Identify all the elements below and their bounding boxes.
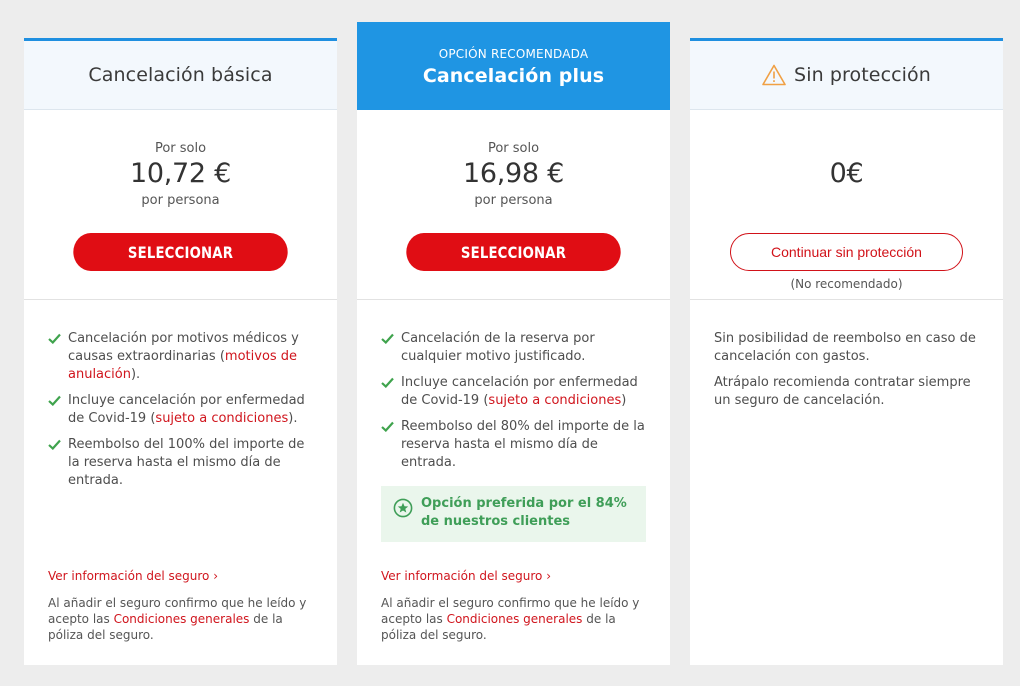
card-title: Cancelación básica <box>88 64 273 86</box>
legal-text: Al añadir el seguro confirmo que he leíd… <box>48 595 313 643</box>
feature-item: Incluye cancelación por enfermedad de Co… <box>48 392 315 428</box>
check-icon <box>381 333 394 344</box>
feature-item: Reembolso del 80% del importe de la rese… <box>381 418 648 472</box>
check-icon <box>381 377 394 388</box>
check-icon <box>381 421 394 432</box>
check-icon <box>48 333 61 344</box>
feature-text: Cancelación de la reserva por cualquier … <box>401 331 595 364</box>
price-amount: 0€ <box>829 158 864 189</box>
price-amount: 16,98 € <box>463 158 564 189</box>
conditions-link[interactable]: Condiciones generales <box>447 612 583 626</box>
option-card-plus: OPCIÓN RECOMENDADA Cancelación plus Por … <box>357 22 670 665</box>
legal-text: Al añadir el seguro confirmo que he leíd… <box>381 595 646 643</box>
check-icon <box>48 439 61 450</box>
feature-item: Cancelación de la reserva por cualquier … <box>381 330 648 366</box>
preferred-note: Opción preferida por el 84% de nuestros … <box>381 486 646 542</box>
feature-list: Cancelación por motivos médicos y causas… <box>24 300 337 490</box>
feature-item: Incluye cancelación por enfermedad de Co… <box>381 374 648 410</box>
feature-tail: ). <box>130 367 141 382</box>
check-icon <box>48 395 61 406</box>
card-header: Cancelación básica <box>24 38 337 110</box>
preferred-text: Opción preferida por el 84% de nuestros … <box>421 496 627 529</box>
price-zone: 0€ Continuar sin protección (No recomend… <box>690 110 1003 300</box>
sujeto-condiciones-link[interactable]: sujeto a condiciones <box>155 411 288 426</box>
option-card-none: Sin protección 0€ Continuar sin protecci… <box>690 38 1003 665</box>
description-paragraph: Sin posibilidad de reembolso en caso de … <box>714 331 976 364</box>
card-header: OPCIÓN RECOMENDADA Cancelación plus <box>357 22 670 110</box>
card-title: Cancelación plus <box>422 65 605 87</box>
feature-tail: ) <box>621 393 627 408</box>
price-prefix: Por solo <box>154 141 207 156</box>
feature-text: Reembolso del 100% del importe de la res… <box>68 437 305 488</box>
price-amount: 10,72 € <box>130 158 231 189</box>
card-title: Sin protección <box>794 64 931 86</box>
price-suffix: por persona <box>474 193 553 208</box>
feature-item: Reembolso del 100% del importe de la res… <box>48 436 315 490</box>
select-plus-button[interactable]: SELECCIONAR <box>406 233 621 271</box>
feature-list: Cancelación de la reserva por cualquier … <box>357 300 670 472</box>
conditions-link[interactable]: Condiciones generales <box>114 612 250 626</box>
description-paragraph: Atrápalo recomienda contratar siempre un… <box>714 375 971 408</box>
insurance-info-link[interactable]: Ver información del seguro › <box>381 569 551 583</box>
title-wrap: Sin protección <box>762 64 931 86</box>
price-prefix: Por solo <box>487 141 540 156</box>
not-recommended-note: (No recomendado) <box>790 277 903 291</box>
select-basic-button[interactable]: SELECCIONAR <box>73 233 288 271</box>
feature-item: Cancelación por motivos médicos y causas… <box>48 330 315 384</box>
option-card-basic: Cancelación básica Por solo 10,72 € por … <box>24 38 337 665</box>
card-header: Sin protección <box>690 38 1003 110</box>
insurance-info-link[interactable]: Ver información del seguro › <box>48 569 218 583</box>
price-suffix: por persona <box>141 193 220 208</box>
price-zone: Por solo 10,72 € por persona SELECCIONAR <box>24 110 337 300</box>
feature-text: Reembolso del 80% del importe de la rese… <box>401 419 645 470</box>
recommended-badge: OPCIÓN RECOMENDADA <box>438 47 589 61</box>
warning-icon <box>762 64 786 86</box>
price-zone: Por solo 16,98 € por persona SELECCIONAR <box>357 110 670 300</box>
feature-tail: ). <box>288 411 298 426</box>
continue-without-protection-button[interactable]: Continuar sin protección <box>730 233 963 271</box>
description: Sin posibilidad de reembolso en caso de … <box>690 300 1003 410</box>
star-icon <box>393 498 413 518</box>
sujeto-condiciones-link[interactable]: sujeto a condiciones <box>488 393 621 408</box>
